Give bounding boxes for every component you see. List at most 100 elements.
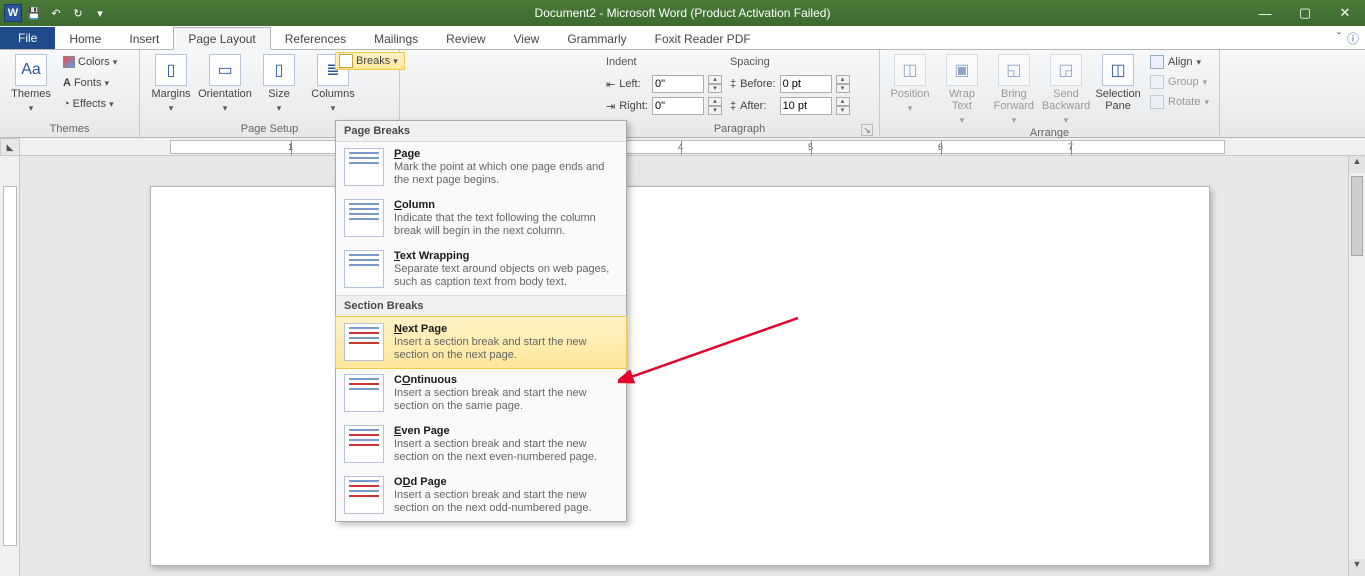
ruler-strip: 1234567	[170, 140, 1225, 154]
spacing-after-icon: ‡	[730, 100, 736, 112]
breaks-menu-page-header: Page Breaks	[336, 121, 626, 142]
group-objects-button: Group▾	[1146, 72, 1213, 92]
vertical-scrollbar[interactable]: ▲ ▼	[1348, 156, 1365, 576]
window-title: Document2 - Microsoft Word (Product Acti…	[535, 6, 831, 20]
indent-right-label: Right:	[619, 100, 648, 112]
indent-right-input[interactable]	[652, 97, 704, 115]
breaks-button[interactable]: Breaks ▾	[335, 52, 405, 70]
word-app-icon[interactable]: W	[4, 4, 22, 22]
spacing-before-spinner[interactable]: ▴▾	[836, 75, 854, 93]
margins-icon: ▯	[155, 54, 187, 86]
break-odd-page-icon	[344, 476, 384, 514]
wrap-text-icon: ▣	[946, 54, 978, 86]
theme-fonts-button[interactable]: AFonts▾	[60, 73, 120, 93]
group-arrange: ◫Position▾ ▣Wrap Text▾ ◱Bring Forward▾ ◲…	[880, 50, 1220, 137]
help-icon[interactable]: ⓘ	[1347, 30, 1359, 47]
break-text-wrapping[interactable]: Text WrappingSeparate text around object…	[336, 244, 626, 295]
spacing-before-label: Before:	[740, 78, 775, 90]
tab-view[interactable]: View	[500, 28, 554, 49]
scroll-thumb[interactable]	[1351, 176, 1363, 256]
minimize-ribbon-icon[interactable]: ˇ	[1337, 30, 1341, 47]
theme-effects-button[interactable]: ◔Effects▾	[60, 94, 120, 114]
position-button: ◫Position▾	[886, 52, 934, 114]
bring-forward-button: ◱Bring Forward▾	[990, 52, 1038, 126]
maximize-button[interactable]: ▢	[1285, 0, 1325, 26]
group-label-themes: Themes	[6, 122, 133, 137]
group-paragraph: Indent ⇤ Left: ▴▾ ⇥ Right: ▴▾ Spacing ‡ Bef…	[600, 50, 880, 137]
close-button[interactable]: ✕	[1325, 0, 1365, 26]
tab-references[interactable]: References	[271, 28, 360, 49]
break-column-icon	[344, 199, 384, 237]
bring-forward-icon: ◱	[998, 54, 1030, 86]
size-icon: ▯	[263, 54, 295, 86]
align-button[interactable]: Align▾	[1146, 52, 1213, 72]
themes-icon: Aa	[15, 54, 47, 86]
indent-header: Indent	[606, 56, 648, 68]
paragraph-launcher[interactable]: ↘	[861, 124, 873, 136]
breaks-icon	[339, 54, 353, 68]
tab-home[interactable]: Home	[55, 28, 115, 49]
break-odd-page[interactable]: ODd PageInsert a section break and start…	[336, 470, 626, 521]
scroll-up-icon[interactable]: ▲	[1349, 156, 1365, 173]
orientation-button[interactable]: ▭Orientation▾	[200, 52, 250, 114]
ribbon-tabs: File Home Insert Page Layout References …	[0, 26, 1365, 50]
breaks-menu-section-header: Section Breaks	[336, 295, 626, 317]
indent-right-spinner[interactable]: ▴▾	[708, 97, 726, 115]
indent-right-icon: ⇥	[606, 100, 615, 113]
tab-file[interactable]: File	[0, 27, 55, 49]
size-button[interactable]: ▯Size▾	[254, 52, 304, 114]
break-column[interactable]: ColumnIndicate that the text following t…	[336, 193, 626, 244]
spacing-after-spinner[interactable]: ▴▾	[836, 97, 854, 115]
wrap-text-button: ▣Wrap Text▾	[938, 52, 986, 126]
spacing-before-input[interactable]	[780, 75, 832, 93]
spacing-header: Spacing	[730, 56, 776, 68]
breaks-menu: Page Breaks PageMark the point at which …	[335, 120, 627, 522]
break-continuous-icon	[344, 374, 384, 412]
position-icon: ◫	[894, 54, 926, 86]
group-themes: Aa Themes ▾ Colors▾ AFonts▾ ◔Effects▾ Th…	[0, 50, 140, 137]
horizontal-ruler[interactable]: 1234567	[20, 138, 1365, 156]
indent-left-spinner[interactable]: ▴▾	[708, 75, 726, 93]
quick-access-toolbar: W 💾 ↶ ↻ ▾	[0, 3, 114, 23]
page-canvas[interactable]	[150, 186, 1210, 566]
colors-icon	[63, 56, 75, 68]
selection-pane-icon: ◫	[1102, 54, 1134, 86]
title-bar: W 💾 ↶ ↻ ▾ Document2 - Microsoft Word (Pr…	[0, 0, 1365, 26]
spacing-after-input[interactable]	[780, 97, 832, 115]
qat-customize-icon[interactable]: ▾	[90, 3, 110, 23]
tab-review[interactable]: Review	[432, 28, 499, 49]
tab-foxit[interactable]: Foxit Reader PDF	[641, 28, 765, 49]
scroll-down-icon[interactable]: ▼	[1349, 559, 1365, 576]
break-page[interactable]: PageMark the point at which one page end…	[336, 142, 626, 193]
redo-icon[interactable]: ↻	[68, 3, 88, 23]
vertical-ruler[interactable]	[0, 156, 20, 576]
break-next-page[interactable]: Next PageInsert a section break and star…	[335, 316, 627, 369]
break-continuous[interactable]: COntinuousInsert a section break and sta…	[336, 368, 626, 419]
align-icon	[1150, 55, 1164, 69]
margins-button[interactable]: ▯Margins▾	[146, 52, 196, 114]
break-even-page[interactable]: Even PageInsert a section break and star…	[336, 419, 626, 470]
group-icon	[1150, 75, 1164, 89]
ruler-corner[interactable]: ◣	[0, 138, 20, 156]
indent-left-label: Left:	[619, 78, 648, 90]
break-next-page-icon	[344, 323, 384, 361]
break-text-wrapping-icon	[344, 250, 384, 288]
tab-page-layout[interactable]: Page Layout	[173, 27, 270, 50]
send-backward-icon: ◲	[1050, 54, 1082, 86]
ribbon: Aa Themes ▾ Colors▾ AFonts▾ ◔Effects▾ Th…	[0, 50, 1365, 138]
tab-grammarly[interactable]: Grammarly	[553, 28, 640, 49]
theme-colors-button[interactable]: Colors▾	[60, 52, 120, 72]
selection-pane-button[interactable]: ◫Selection Pane	[1094, 52, 1142, 112]
tab-insert[interactable]: Insert	[115, 28, 173, 49]
spacing-after-label: After:	[740, 100, 775, 112]
rotate-button: Rotate▾	[1146, 92, 1213, 112]
breaks-label: Breaks	[356, 55, 390, 67]
indent-left-icon: ⇤	[606, 78, 615, 91]
minimize-button[interactable]: —	[1245, 0, 1285, 26]
undo-icon[interactable]: ↶	[46, 3, 66, 23]
document-area: ▲ ▼	[0, 156, 1365, 576]
themes-button[interactable]: Aa Themes ▾	[6, 52, 56, 114]
indent-left-input[interactable]	[652, 75, 704, 93]
save-icon[interactable]: 💾	[24, 3, 44, 23]
tab-mailings[interactable]: Mailings	[360, 28, 432, 49]
